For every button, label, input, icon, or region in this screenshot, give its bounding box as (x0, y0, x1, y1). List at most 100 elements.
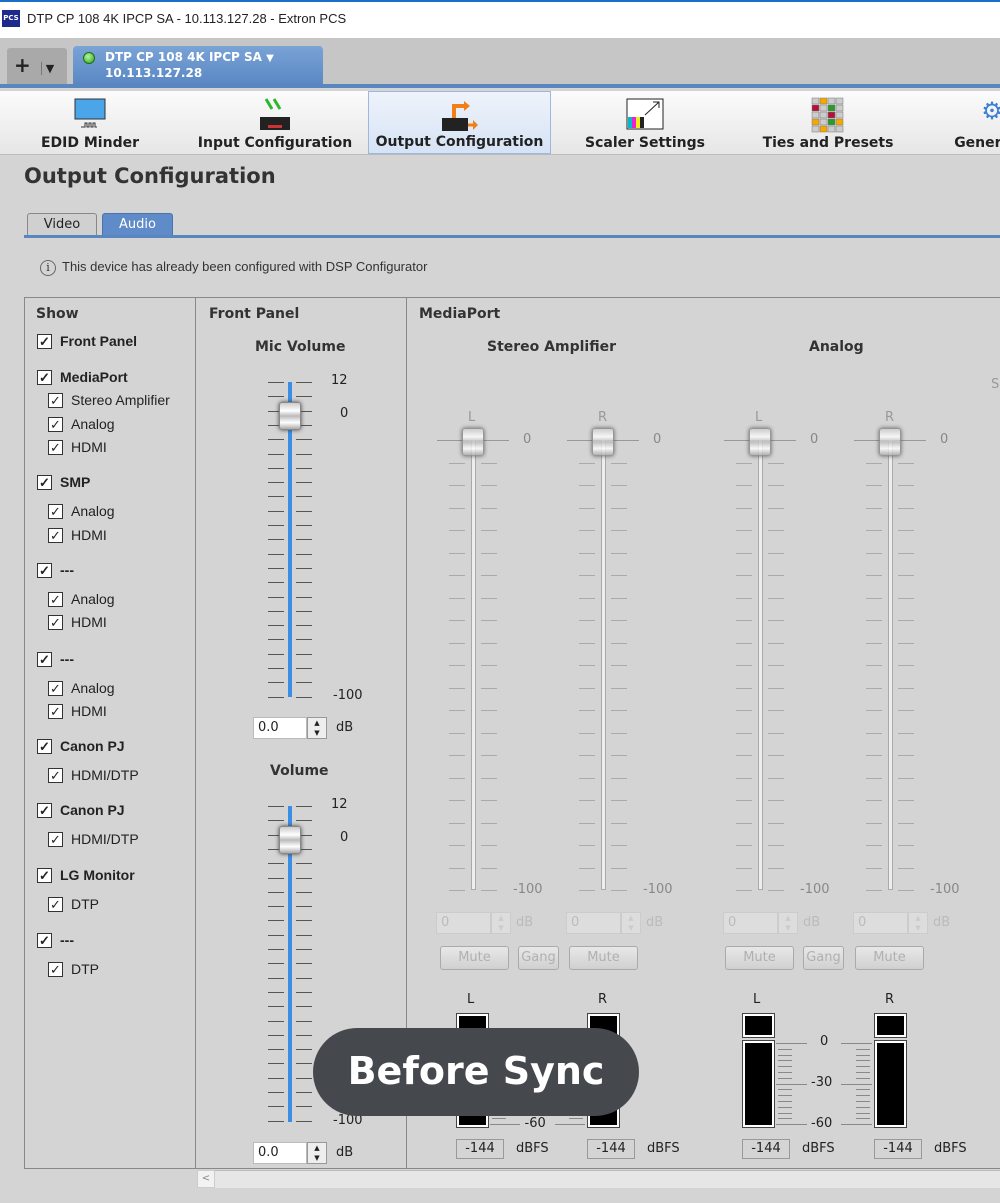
toolbar-output-configuration[interactable]: Output Configuration (368, 91, 551, 154)
checkbox-icon[interactable]: ✓ (48, 961, 63, 977)
show-checkbox[interactable]: ✓ MediaPort (37, 369, 128, 385)
checkbox-icon[interactable]: ✓ (37, 474, 52, 490)
monitor-icon (74, 98, 106, 128)
checkbox-icon[interactable]: ✓ (48, 527, 63, 543)
chevron-down-icon[interactable]: ▼ (266, 53, 274, 64)
cut-off-label: S (991, 377, 1000, 392)
show-checkbox[interactable]: ✓ LG Monitor (37, 867, 135, 883)
checkbox-icon[interactable]: ✓ (48, 392, 63, 408)
checkbox-icon[interactable]: ✓ (37, 651, 52, 667)
checkbox-icon[interactable]: ✓ (37, 932, 52, 948)
checkbox-icon[interactable]: ✓ (48, 703, 63, 719)
toolbar-general[interactable]: ⚙ General (930, 91, 1000, 154)
toolbar-edid-minder[interactable]: EDID Minder (0, 91, 180, 154)
show-checkbox[interactable]: ✓ HDMI (48, 439, 107, 455)
show-checkbox[interactable]: ✓ DTP (48, 896, 99, 912)
show-checkbox[interactable]: ✓ HDMI (48, 527, 107, 543)
fader-thumb[interactable] (279, 402, 301, 430)
scroll-left-button[interactable]: < (197, 1170, 215, 1188)
spinner-icon[interactable]: ▲ ▼ (778, 912, 798, 934)
volume-input[interactable]: 0.0 (253, 1142, 307, 1164)
checkbox-icon[interactable]: ✓ (48, 680, 63, 696)
tick-mark (449, 642, 465, 644)
tick-mark (736, 575, 752, 576)
show-checkbox[interactable]: ✓ HDMI/DTP (48, 831, 139, 847)
checkbox-icon[interactable]: ✓ (37, 867, 52, 883)
checkbox-label: HDMI (71, 614, 107, 630)
device-tab[interactable]: DTP CP 108 4K IPCP SA ▼ 10.113.127.28 (73, 46, 323, 84)
checkbox-icon[interactable]: ✓ (48, 896, 63, 912)
gang-button[interactable]: Gang (803, 946, 844, 970)
show-checkbox[interactable]: ✓ Canon PJ (37, 738, 125, 754)
show-checkbox[interactable]: ✓ HDMI (48, 703, 107, 719)
show-checkbox[interactable]: ✓ DTP (48, 961, 99, 977)
scale-tick (856, 1112, 870, 1114)
toolbar-ties-and-presets[interactable]: Ties and Presets (740, 91, 916, 154)
checkbox-icon[interactable]: ✓ (37, 802, 52, 818)
checkbox-icon[interactable]: ✓ (37, 333, 52, 349)
channel-label: L (468, 410, 476, 425)
show-checkbox[interactable]: ✓ SMP (37, 474, 90, 490)
show-checkbox[interactable]: ✓ --- (37, 651, 74, 667)
fader-thumb[interactable] (462, 428, 484, 456)
fader-track[interactable] (758, 440, 763, 890)
fader-thumb[interactable] (879, 428, 901, 456)
mute-left-button[interactable]: Mute (725, 946, 794, 970)
show-checkbox[interactable]: ✓ --- (37, 932, 74, 948)
checkbox-icon[interactable]: ✓ (48, 767, 63, 783)
add-device-button[interactable]: + ▼ (7, 48, 67, 84)
toolbar-scaler-settings[interactable]: Scaler Settings (560, 91, 730, 154)
show-checkbox[interactable]: ✓ Front Panel (37, 333, 137, 349)
spinner-icon[interactable]: ▲ ▼ (908, 912, 928, 934)
fader-thumb[interactable] (749, 428, 771, 456)
spinner-icon[interactable]: ▲ ▼ (307, 717, 327, 739)
volume-input[interactable]: 0 (436, 912, 491, 934)
volume-input[interactable]: 0 (853, 912, 908, 934)
fader-track[interactable] (601, 440, 606, 890)
volume-input[interactable]: 0 (566, 912, 621, 934)
fader-thumb[interactable] (279, 826, 301, 854)
show-checkbox[interactable]: ✓ Canon PJ (37, 802, 125, 818)
mute-right-button[interactable]: Mute (569, 946, 638, 970)
mute-right-button[interactable]: Mute (855, 946, 924, 970)
checkbox-icon[interactable]: ✓ (48, 503, 63, 519)
show-checkbox[interactable]: ✓ Analog (48, 416, 115, 432)
spinner-icon[interactable]: ▲ ▼ (621, 912, 641, 934)
checkbox-icon[interactable]: ✓ (48, 831, 63, 847)
mute-left-button[interactable]: Mute (440, 946, 509, 970)
show-checkbox[interactable]: ✓ Analog (48, 591, 115, 607)
spinner-icon[interactable]: ▲ ▼ (491, 912, 511, 934)
show-checkbox[interactable]: ✓ --- (37, 562, 74, 578)
tick-mark (296, 482, 312, 484)
tab-video[interactable]: Video (27, 213, 97, 236)
checkbox-icon[interactable]: ✓ (37, 738, 52, 754)
show-checkbox[interactable]: ✓ Stereo Amplifier (48, 392, 170, 408)
checkbox-icon[interactable]: ✓ (48, 439, 63, 455)
gang-button[interactable]: Gang (518, 946, 559, 970)
fader-track[interactable] (471, 440, 476, 890)
tick-mark (579, 575, 595, 576)
tick-mark (898, 845, 914, 846)
chevron-down-icon[interactable]: ▼ (40, 62, 55, 75)
volume-input[interactable]: 0.0 (253, 717, 307, 739)
checkbox-icon[interactable]: ✓ (37, 369, 52, 385)
fader-thumb[interactable] (592, 428, 614, 456)
tick-mark (579, 710, 595, 711)
horizontal-scrollbar[interactable] (197, 1170, 1000, 1188)
tick-mark (481, 755, 497, 756)
checkbox-icon[interactable]: ✓ (48, 614, 63, 630)
tab-audio[interactable]: Audio (102, 213, 173, 236)
show-checkbox[interactable]: ✓ Analog (48, 680, 115, 696)
toolbar-input-configuration[interactable]: Input Configuration (190, 91, 360, 154)
show-checkbox[interactable]: ✓ Analog (48, 503, 115, 519)
fader-track[interactable] (888, 440, 893, 890)
checkbox-icon[interactable]: ✓ (37, 562, 52, 578)
checkbox-icon[interactable]: ✓ (48, 416, 63, 432)
show-checkbox[interactable]: ✓ HDMI/DTP (48, 767, 139, 783)
spinner-icon[interactable]: ▲ ▼ (307, 1142, 327, 1164)
checkbox-icon[interactable]: ✓ (48, 591, 63, 607)
input-icon (260, 98, 290, 130)
volume-input[interactable]: 0 (723, 912, 778, 934)
show-checkbox[interactable]: ✓ HDMI (48, 614, 107, 630)
tick-mark (449, 890, 465, 891)
